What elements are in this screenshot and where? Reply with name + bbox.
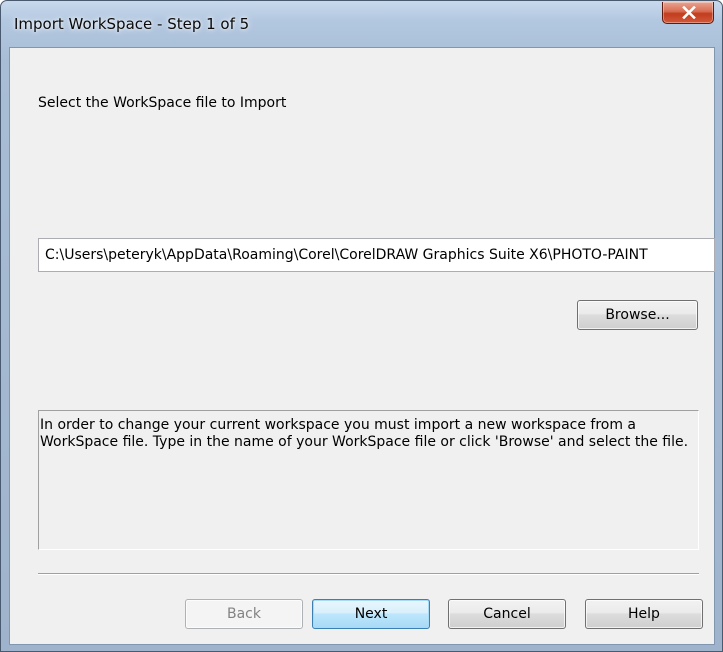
back-button[interactable]: Back (185, 599, 303, 629)
workspace-file-path-input[interactable] (38, 238, 715, 272)
title-bar[interactable]: Import WorkSpace - Step 1 of 5 (1, 1, 722, 47)
footer-separator (38, 573, 699, 575)
instructions-text: In order to change your current workspac… (38, 410, 699, 550)
cancel-button[interactable]: Cancel (448, 599, 566, 629)
close-x-icon (682, 6, 696, 19)
dialog-client-area: Select the WorkSpace file to Import Brow… (9, 47, 715, 645)
browse-button[interactable]: Browse... (577, 300, 698, 330)
dialog-window: Import WorkSpace - Step 1 of 5 Select th… (0, 0, 723, 652)
select-file-prompt: Select the WorkSpace file to Import (38, 95, 287, 111)
close-button[interactable] (662, 2, 714, 24)
help-button[interactable]: Help (585, 599, 703, 629)
window-title: Import WorkSpace - Step 1 of 5 (14, 15, 250, 33)
next-button[interactable]: Next (312, 599, 430, 629)
